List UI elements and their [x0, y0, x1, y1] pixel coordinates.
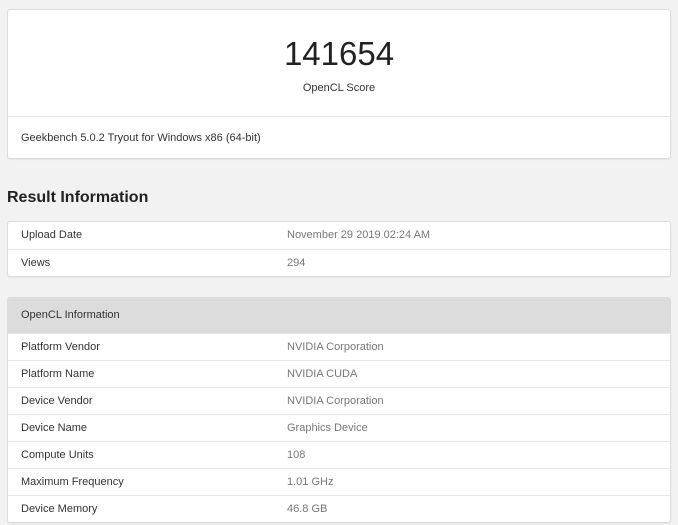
opencl-information-table: OpenCL Information Platform VendorNVIDIA…: [7, 297, 671, 523]
table-row: Upload DateNovember 29 2019 02:24 AM: [8, 222, 670, 249]
table-row: Device NameGraphics Device: [8, 414, 670, 441]
row-label: Platform Vendor: [8, 334, 287, 360]
row-value: NVIDIA Corporation: [287, 334, 384, 360]
row-label: Upload Date: [8, 222, 287, 249]
row-value: Graphics Device: [287, 415, 368, 441]
table-row: Maximum Frequency1.01 GHz: [8, 468, 670, 495]
table-row: Views294: [8, 249, 670, 276]
row-label: Compute Units: [8, 442, 287, 468]
result-information-heading: Result Information: [7, 189, 148, 207]
table-row: Platform NameNVIDIA CUDA: [8, 360, 670, 387]
result-information-table: Upload DateNovember 29 2019 02:24 AM Vie…: [7, 221, 671, 277]
row-value: NVIDIA CUDA: [287, 361, 357, 387]
score-card: 141654 OpenCL Score Geekbench 5.0.2 Tryo…: [7, 9, 671, 159]
table-row: Compute Units108: [8, 441, 670, 468]
row-value: 108: [287, 442, 305, 468]
opencl-table-header: OpenCL Information: [8, 298, 670, 333]
table-row: Platform VendorNVIDIA Corporation: [8, 333, 670, 360]
row-value: November 29 2019 02:24 AM: [287, 222, 430, 249]
row-value: NVIDIA Corporation: [287, 388, 384, 414]
table-row: Device Memory46.8 GB: [8, 495, 670, 522]
row-label: Device Vendor: [8, 388, 287, 414]
table-row: Device VendorNVIDIA Corporation: [8, 387, 670, 414]
row-label: Maximum Frequency: [8, 469, 287, 495]
row-label: Platform Name: [8, 361, 287, 387]
row-value: 294: [287, 250, 305, 276]
row-label: Device Memory: [8, 496, 287, 522]
score-value: 141654: [8, 36, 670, 72]
version-info: Geekbench 5.0.2 Tryout for Windows x86 (…: [8, 116, 670, 159]
row-value: 46.8 GB: [287, 496, 327, 522]
score-label: OpenCL Score: [8, 82, 670, 94]
row-value: 1.01 GHz: [287, 469, 333, 495]
row-label: Views: [8, 250, 287, 276]
row-label: Device Name: [8, 415, 287, 441]
